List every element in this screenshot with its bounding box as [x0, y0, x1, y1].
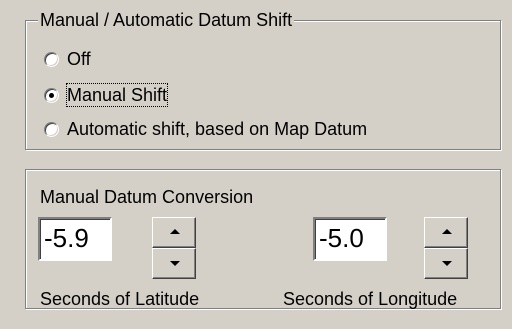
- longitude-spin-down-button[interactable]: [424, 248, 468, 279]
- latitude-spin-up-button[interactable]: [152, 217, 196, 248]
- latitude-spin-down-button[interactable]: [152, 248, 196, 279]
- radio-automatic-shift-indicator[interactable]: [44, 121, 59, 137]
- latitude-spinner[interactable]: [152, 217, 196, 279]
- datum-conversion-title: Manual Datum Conversion: [40, 187, 254, 207]
- longitude-spin-up-button[interactable]: [424, 217, 468, 248]
- longitude-spinner[interactable]: [424, 217, 468, 279]
- radio-automatic-shift[interactable]: Automatic shift, based on Map Datum: [44, 116, 367, 142]
- down-arrow-icon: [442, 261, 452, 266]
- up-arrow-icon: [170, 229, 180, 234]
- radio-manual-shift-indicator[interactable]: [44, 87, 59, 103]
- longitude-caption: Seconds of Longitude: [283, 289, 458, 309]
- radio-manual-shift-label[interactable]: Manual Shift: [65, 83, 169, 107]
- radio-automatic-shift-label[interactable]: Automatic shift, based on Map Datum: [67, 118, 367, 140]
- radio-off-label[interactable]: Off: [67, 48, 91, 70]
- up-arrow-icon: [442, 229, 452, 234]
- radio-off-indicator[interactable]: [44, 51, 59, 67]
- longitude-seconds-input[interactable]: -5.0: [313, 217, 387, 261]
- radio-off[interactable]: Off: [44, 46, 91, 72]
- radio-selected-dot: [49, 92, 54, 98]
- radio-manual-shift[interactable]: Manual Shift: [44, 82, 169, 108]
- latitude-seconds-input[interactable]: -5.9: [38, 217, 112, 261]
- latitude-caption: Seconds of Latitude: [40, 289, 200, 309]
- datum-shift-group-title: Manual / Automatic Datum Shift: [38, 9, 295, 31]
- down-arrow-icon: [170, 261, 180, 266]
